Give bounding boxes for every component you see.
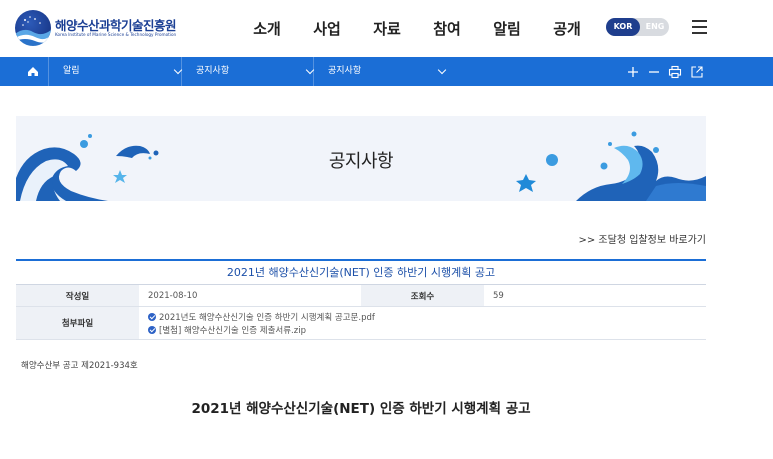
post-date: 2021-08-10 (148, 290, 198, 301)
site-header: 해양수산과학기술진흥원 Korea Institute of Marine Sc… (0, 0, 773, 57)
site-logo[interactable]: 해양수산과학기술진흥원 Korea Institute of Marine Sc… (15, 10, 177, 46)
attachment-label: 첨부파일 (16, 307, 139, 339)
lang-kor-button[interactable]: KOR (606, 18, 640, 36)
lang-eng-button[interactable]: ENG (643, 18, 667, 36)
zoom-in-icon[interactable] (626, 64, 640, 78)
main-nav: 소개 사업 자료 참여 알림 공개 (237, 18, 597, 39)
chevron-down-icon (437, 65, 447, 75)
breadcrumb-depth2[interactable]: 공지사항 (181, 57, 315, 86)
logo-subtitle: Korea Institute of Marine Science & Tech… (55, 32, 177, 37)
attachment-filename: 2021년도 해양수산신기술 인증 하반기 시행계획 공고문.pdf (159, 312, 375, 323)
breadcrumb-label: 공지사항 (196, 66, 230, 76)
post-body-title: 2021년 해양수산신기술(NET) 인증 하반기 시행계획 공고 (191, 401, 531, 417)
breadcrumb-label: 공지사항 (328, 66, 362, 76)
attachment-link[interactable]: 2021년도 해양수산신기술 인증 하반기 시행계획 공고문.pdf (148, 310, 375, 323)
logo-emblem-icon (15, 10, 51, 46)
nav-item-participation[interactable]: 참여 (417, 18, 477, 39)
home-icon[interactable] (18, 57, 48, 86)
print-icon[interactable] (668, 64, 682, 79)
attachment-link[interactable]: [별첨] 해양수산신기술 인증 제출서류.zip (148, 323, 375, 336)
language-toggle[interactable]: KOR ENG (606, 18, 669, 36)
zoom-out-icon[interactable] (647, 64, 661, 78)
hamburger-menu-icon[interactable] (692, 20, 707, 34)
download-icon (148, 312, 156, 321)
location-bar: 알림 공지사항 공지사항 (0, 57, 773, 86)
nav-item-about[interactable]: 소개 (237, 18, 297, 39)
nav-item-business[interactable]: 사업 (297, 18, 357, 39)
date-label: 작성일 (16, 285, 139, 306)
attachment-filename: [별첨] 해양수산신기술 인증 제출서류.zip (159, 325, 306, 336)
page-banner: 공지사항 (16, 116, 706, 201)
views-label: 조회수 (361, 285, 484, 306)
table-row: 첨부파일 2021년도 해양수산신기술 인증 하반기 시행계획 공고문.pdf … (16, 307, 706, 340)
post-info-table: 2021년 해양수산신기술(NET) 인증 하반기 시행계획 공고 작성일 20… (16, 259, 706, 340)
notice-number: 해양수산부 공고 제2021-934호 (21, 361, 138, 371)
attachment-list: 2021년도 해양수산신기술 인증 하반기 시행계획 공고문.pdf [별첨] … (139, 307, 375, 339)
breadcrumb-depth1[interactable]: 알림 (48, 57, 183, 86)
nav-item-disclosure[interactable]: 공개 (537, 18, 597, 39)
breadcrumb-depth3[interactable]: 공지사항 (313, 57, 447, 86)
nav-item-news[interactable]: 알림 (477, 18, 537, 39)
download-icon (148, 325, 156, 334)
share-icon[interactable] (690, 64, 704, 78)
post-title: 2021년 해양수산신기술(NET) 인증 하반기 시행계획 공고 (16, 259, 706, 285)
procurement-info-link[interactable]: >> 조달청 입찰정보 바로가기 (579, 231, 707, 246)
table-row: 작성일 2021-08-10 조회수 59 (16, 285, 706, 307)
view-count: 59 (493, 290, 504, 301)
nav-item-resources[interactable]: 자료 (357, 18, 417, 39)
banner-title: 공지사항 (328, 151, 394, 172)
breadcrumb-label: 알림 (63, 66, 80, 76)
